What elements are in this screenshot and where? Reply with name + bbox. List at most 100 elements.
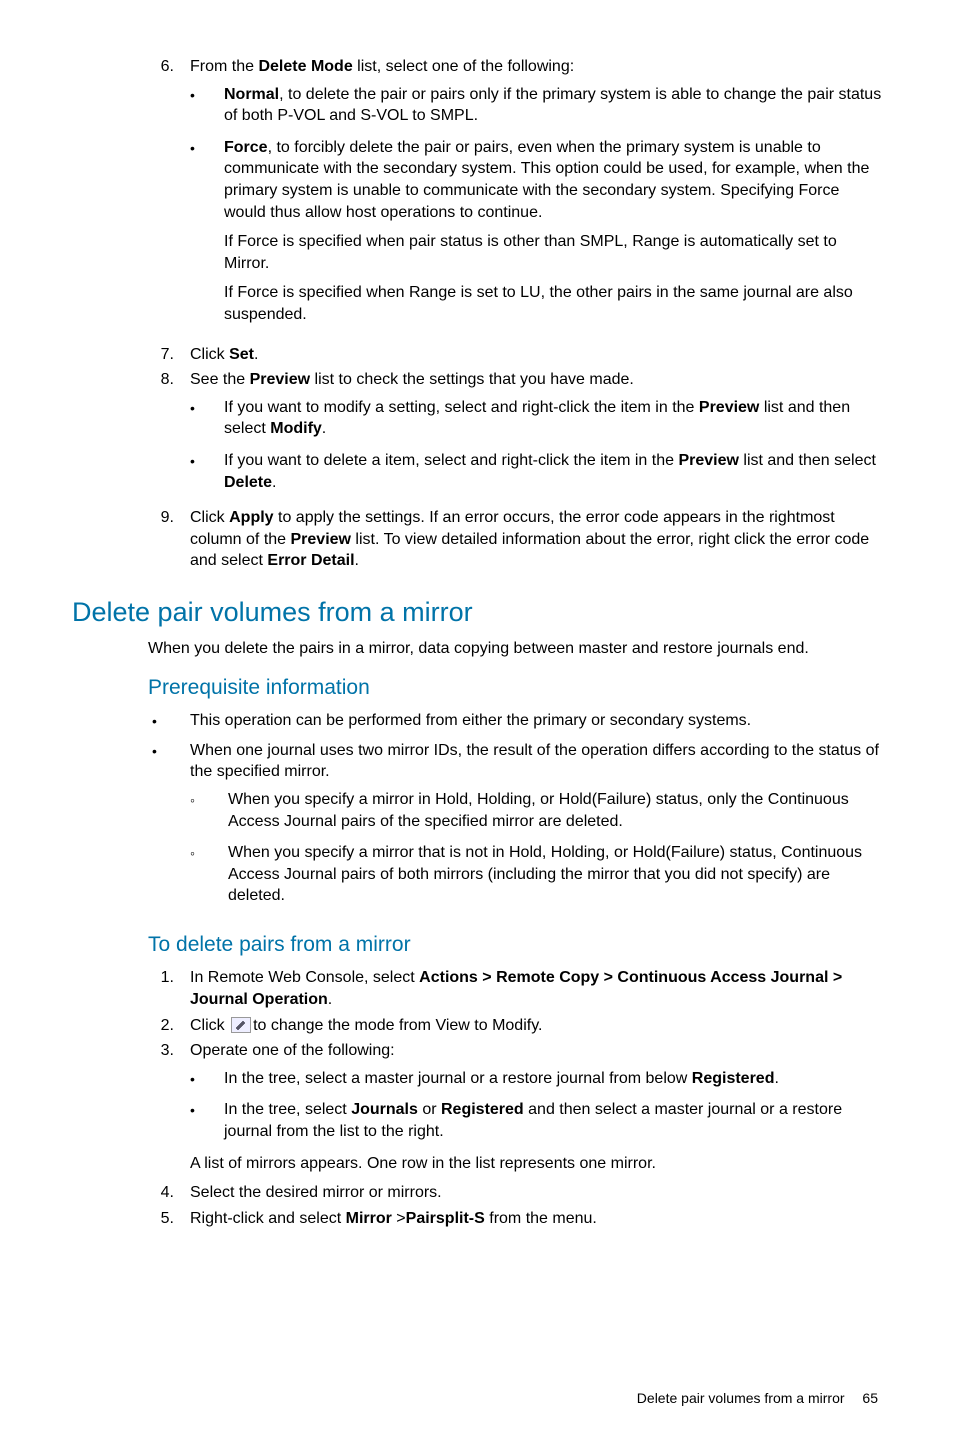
modify-mode-icon [231,1017,251,1033]
prereq-item: When one journal uses two mirror IDs, th… [72,740,882,917]
text: . [322,420,326,437]
text: This operation can be performed from eit… [190,710,882,732]
text: to change the mode from View to Modify. [253,1017,542,1034]
bold: Normal [224,86,279,103]
bold: Delete [224,474,272,491]
text: or [418,1101,441,1118]
text: . [355,552,359,569]
page-number: 65 [862,1390,878,1406]
bold: Apply [229,509,273,526]
bullet-marker [190,84,224,127]
page-footer: Delete pair volumes from a mirror 65 [72,1389,882,1408]
bold: Set [229,346,254,363]
text: When you specify a mirror in Hold, Holdi… [228,789,882,832]
step-number: 6. [150,56,174,78]
section-intro: When you delete the pairs in a mirror, d… [148,638,882,660]
step-7: 7. Click Set. [72,344,882,366]
step-1: 1. In Remote Web Console, select Actions… [72,967,882,1010]
bold: Delete Mode [258,58,352,75]
bullet-marker [190,1068,224,1090]
bold: Error Detail [267,552,354,569]
text: In Remote Web Console, select [190,969,419,986]
text: If you want to delete a item, select and… [224,452,678,469]
bold: Modify [270,420,322,437]
bold: Mirror [346,1210,392,1227]
section-heading: Delete pair volumes from a mirror [72,594,882,630]
bullet: In the tree, select Journals or Register… [190,1099,882,1142]
text: , to forcibly delete the pair or pairs, … [224,139,869,221]
text: . [328,991,332,1008]
procedure-list-upper: 6. From the Delete Mode list, select one… [72,56,882,572]
text: See the [190,371,250,388]
sub-item: When you specify a mirror that is not in… [190,842,882,907]
text: list to check the settings that you have… [310,371,634,388]
sub-item: When you specify a mirror in Hold, Holdi… [190,789,882,832]
bullet-marker [72,710,190,732]
text: list and then select [739,452,876,469]
text: A list of mirrors appears. One row in th… [190,1153,882,1175]
text: When you specify a mirror that is not in… [228,842,882,907]
text: Right-click and select [190,1210,346,1227]
step-3: 3. Operate one of the following: In the … [72,1040,882,1178]
bullet-marker [190,137,224,330]
text: Click [190,1017,229,1034]
step-8: 8. See the Preview list to check the set… [72,369,882,503]
step-5: 5. Right-click and select Mirror >Pairsp… [72,1208,882,1230]
bold: Pairsplit-S [406,1210,485,1227]
text: list, select one of the following: [353,58,574,75]
bullet-marker [72,740,190,917]
step-number: 2. [150,1015,174,1037]
text: . [254,346,258,363]
bold: Registered [441,1101,524,1118]
bold: Registered [692,1070,775,1087]
step-number: 1. [150,967,174,989]
bullet-normal: Normal, to delete the pair or pairs only… [190,84,882,127]
bullet-marker [190,397,224,440]
step-number: 8. [150,369,174,391]
procedure-list-lower: 1. In Remote Web Console, select Actions… [72,967,882,1229]
step-2: 2. Click to change the mode from View to… [72,1015,882,1037]
circle-marker [190,842,228,907]
subsection-heading-procedure: To delete pairs from a mirror [148,931,882,959]
step-6: 6. From the Delete Mode list, select one… [72,56,882,340]
text: from the menu. [485,1210,597,1227]
circle-marker [190,789,228,832]
step-9: 9. Click Apply to apply the settings. If… [72,507,882,572]
text: When one journal uses two mirror IDs, th… [190,742,879,781]
bold: Force [224,139,268,156]
footer-title: Delete pair volumes from a mirror [637,1390,845,1406]
text: . [272,474,276,491]
step-number: 3. [150,1040,174,1062]
text: Click [190,509,229,526]
bullet-marker [190,1099,224,1142]
subsection-heading-prereq: Prerequisite information [148,674,882,702]
prereq-list: This operation can be performed from eit… [72,710,882,917]
text: If you want to modify a setting, select … [224,399,699,416]
step-4: 4. Select the desired mirror or mirrors. [72,1182,882,1204]
text: From the [190,58,258,75]
text: Select the desired mirror or mirrors. [190,1182,882,1204]
text: If Force is specified when pair status i… [224,231,882,274]
bold: Journals [351,1101,418,1118]
step-number: 7. [150,344,174,366]
text: In the tree, select [224,1101,351,1118]
bold: Preview [291,531,351,548]
bold: Preview [678,452,738,469]
step-number: 9. [150,507,174,529]
bullet-marker [190,450,224,493]
bullet-force: Force, to forcibly delete the pair or pa… [190,137,882,330]
text: . [774,1070,778,1087]
text: In the tree, select a master journal or … [224,1070,692,1087]
prereq-item: This operation can be performed from eit… [72,710,882,732]
text: Operate one of the following: [190,1042,395,1059]
step-number: 4. [150,1182,174,1204]
text: Click [190,346,229,363]
text: > [392,1210,406,1227]
bold: Preview [699,399,759,416]
bullet-modify: If you want to modify a setting, select … [190,397,882,440]
step-number: 5. [150,1208,174,1230]
bold: Preview [250,371,310,388]
text: If Force is specified when Range is set … [224,282,882,325]
bullet-delete: If you want to delete a item, select and… [190,450,882,493]
text: , to delete the pair or pairs only if th… [224,86,881,125]
